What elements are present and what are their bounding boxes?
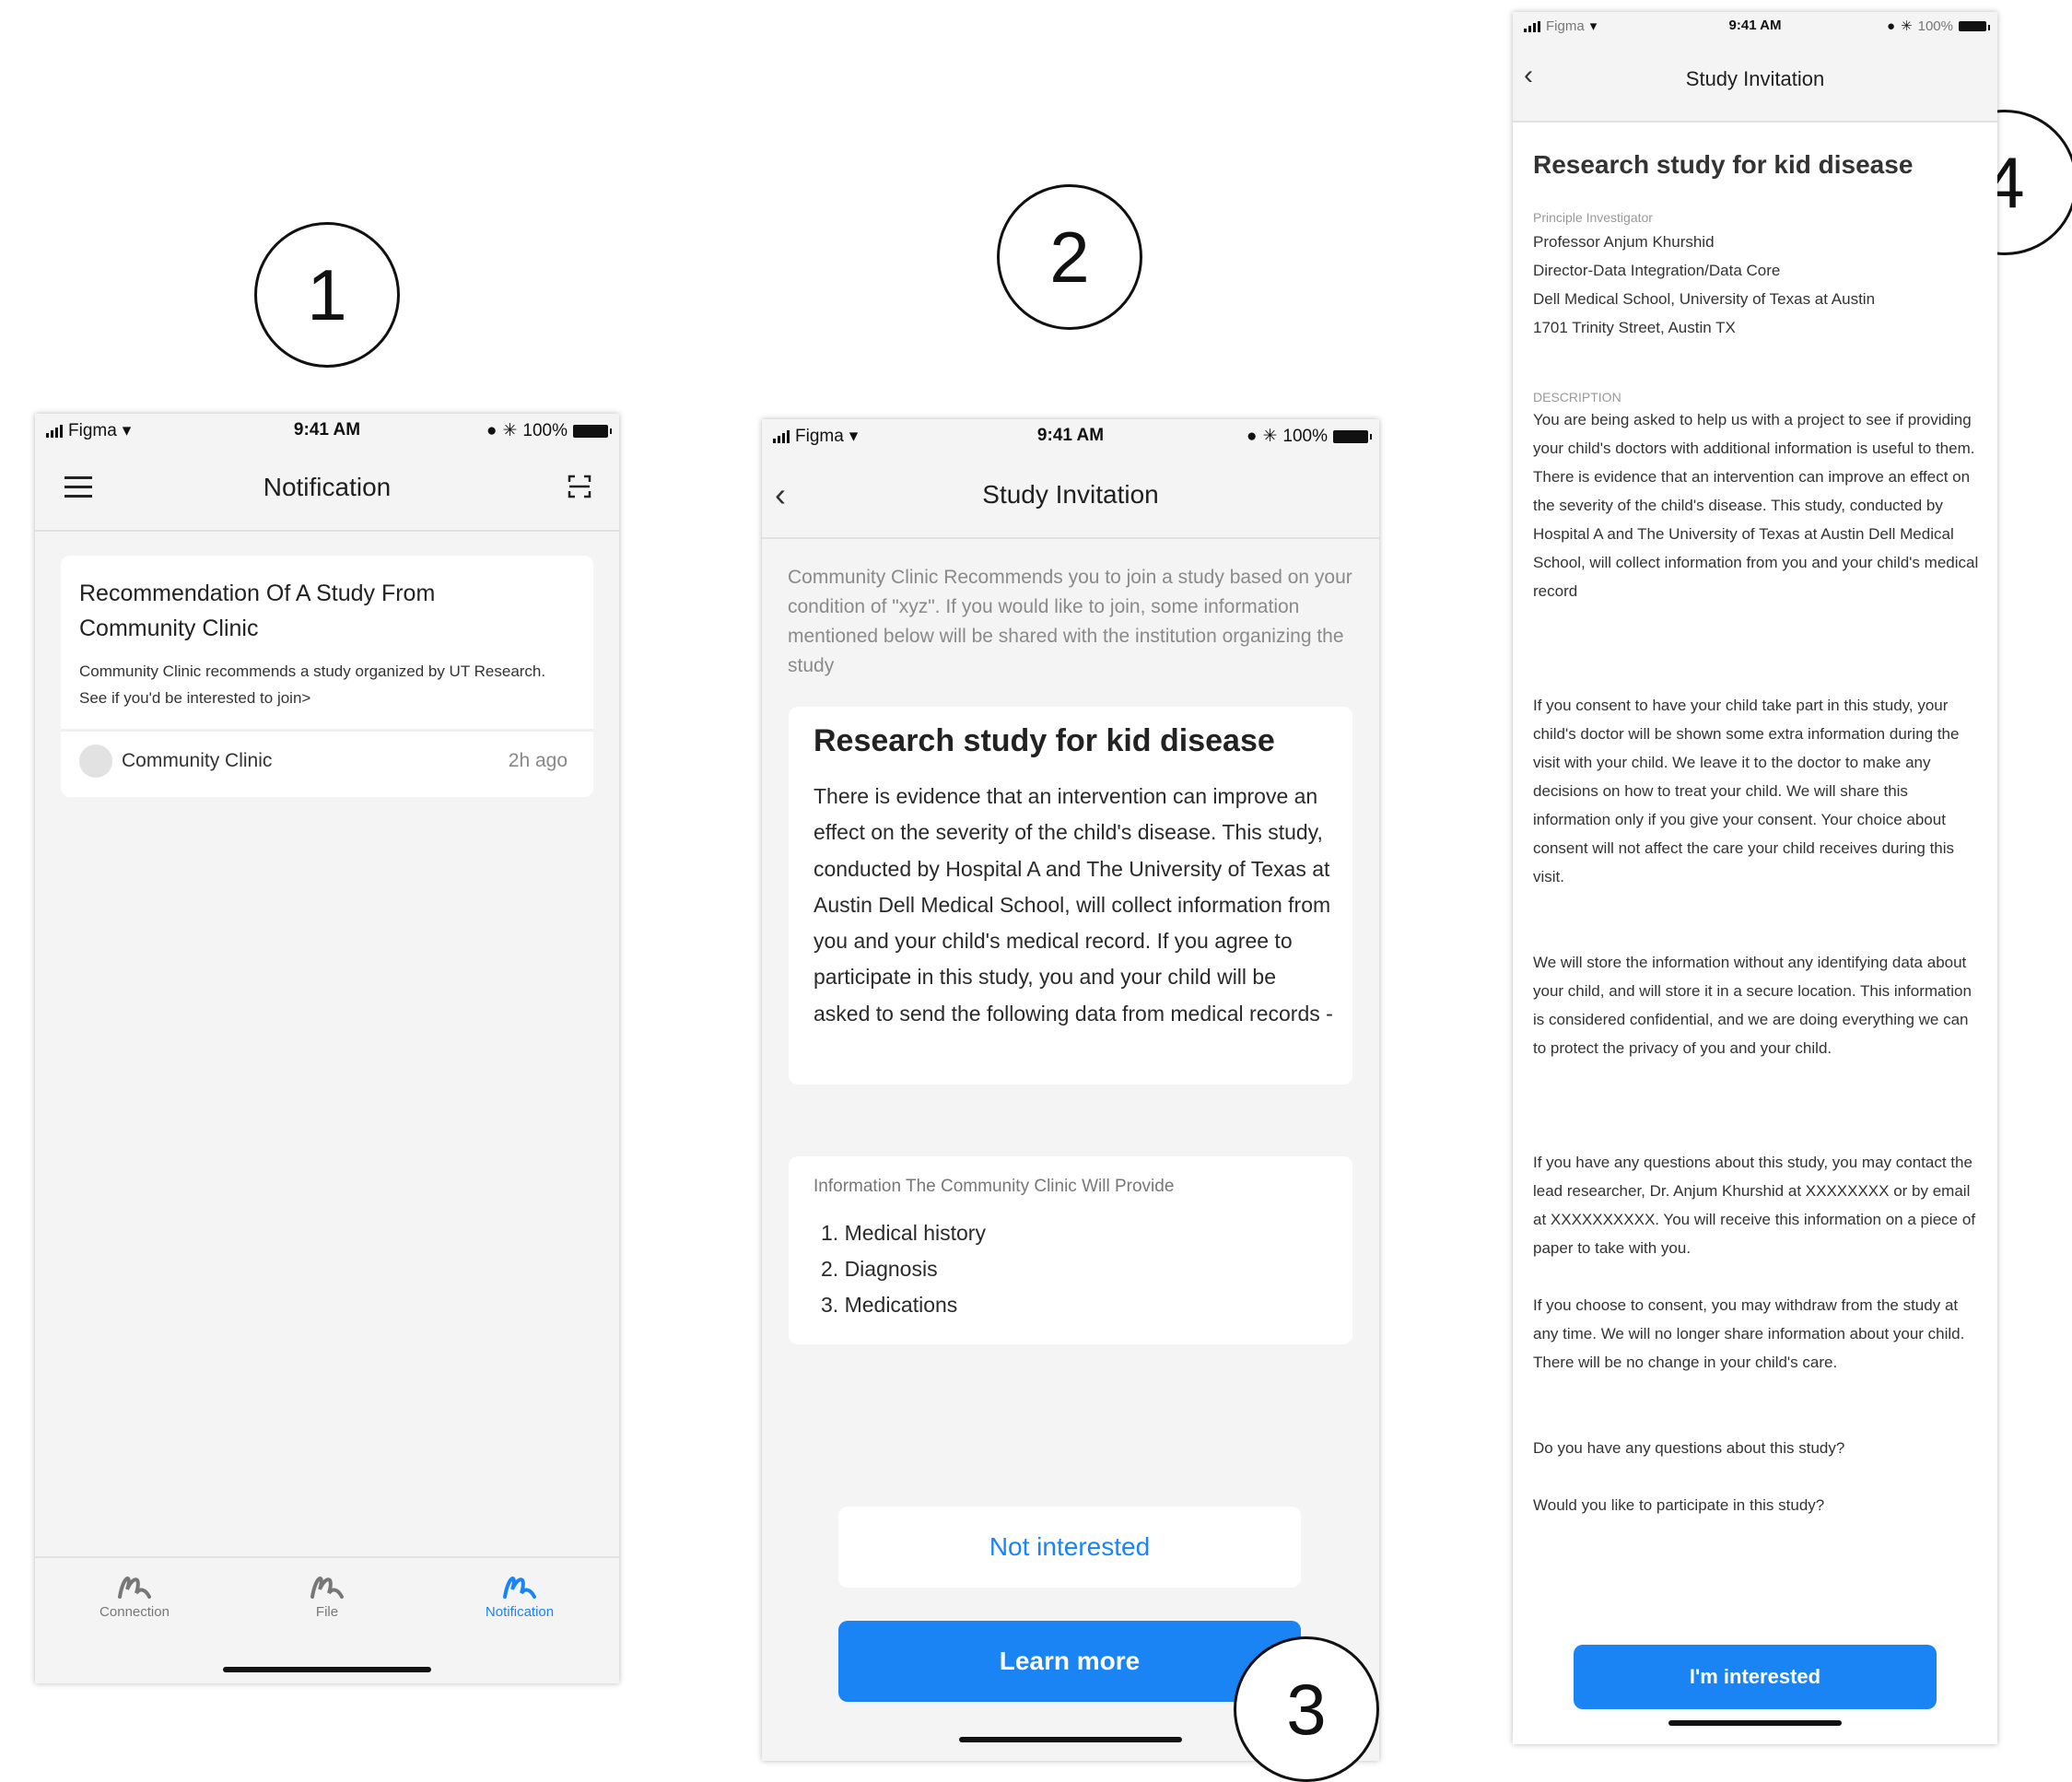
home-indicator [959, 1737, 1182, 1742]
study-body: There is evidence that an intervention c… [814, 784, 1333, 1026]
tab-bar: Connection File Notification [35, 1556, 619, 1683]
phone-notification: Figma ▾ 9:41 AM ● ✳ 100% Notification Re… [35, 414, 619, 1683]
notification-title: Recommendation Of A Study From Community… [79, 580, 436, 641]
description-paragraph: We will store the information without an… [1533, 954, 1972, 1057]
description-paragraph: If you consent to have your child take p… [1533, 697, 1960, 885]
home-indicator [1668, 1720, 1842, 1726]
learn-more-button[interactable]: Learn more [838, 1621, 1301, 1702]
description-paragraph: Do you have any questions about this stu… [1533, 1439, 1845, 1457]
intro-text: Community Clinic Recommends you to join … [788, 567, 1352, 676]
page-title: Study Invitation [982, 480, 1159, 509]
bluetooth-icon: ✳ [1901, 18, 1913, 34]
tab-connection-label: Connection [100, 1604, 170, 1620]
status-bar: Figma ▾ 9:41 AM ● ✳ 100% [1513, 12, 1997, 40]
home-indicator [223, 1667, 431, 1672]
file-icon [310, 1577, 344, 1599]
alarm-icon: ● [1246, 426, 1258, 446]
info-item: 2. Diagnosis [821, 1257, 938, 1281]
status-bar: Figma ▾ 9:41 AM ● ✳ 100% [35, 414, 619, 447]
step-badge-3: 3 [1234, 1636, 1379, 1782]
study-card: Research study for kid disease There is … [789, 707, 1352, 1084]
alarm-icon: ● [486, 420, 498, 440]
scan-icon[interactable] [568, 475, 591, 498]
pi-label: Principle Investigator [1533, 210, 1653, 225]
alarm-icon: ● [1886, 18, 1896, 34]
tab-file-label: File [315, 1604, 339, 1620]
nav-bar: ‹ Study Invitation [762, 452, 1379, 539]
description-paragraph: You are being asked to help us with a pr… [1533, 411, 1979, 600]
not-interested-button[interactable]: Not interested [838, 1506, 1301, 1588]
info-item: 3. Medications [821, 1293, 958, 1317]
battery-percent: 100% [1282, 426, 1328, 446]
bluetooth-icon: ✳ [502, 421, 518, 440]
description-label: DESCRIPTION [1533, 390, 1621, 404]
study-title: Research study for kid disease [814, 723, 1275, 758]
interested-button[interactable]: I'm interested [1574, 1645, 1937, 1709]
notification-icon [503, 1577, 536, 1599]
step-badge-1: 1 [254, 222, 400, 368]
info-heading: Information The Community Clinic Will Pr… [814, 1177, 1175, 1196]
step-badge-2: 2 [997, 184, 1142, 330]
status-bar: Figma ▾ 9:41 AM ● ✳ 100% [762, 419, 1379, 452]
tab-notification-label: Notification [485, 1604, 555, 1620]
battery-icon [1333, 429, 1372, 443]
description-paragraph: Would you like to participate in this st… [1533, 1496, 1825, 1514]
bluetooth-icon: ✳ [1262, 427, 1278, 446]
notification-body: Community Clinic recommends a study orga… [79, 662, 546, 707]
description-paragraph: If you have any questions about this stu… [1533, 1154, 1976, 1257]
page-title: Study Invitation [1685, 67, 1825, 90]
notification-card[interactable]: Recommendation Of A Study From Community… [61, 556, 593, 797]
nav-bar: ‹ Study Invitation [1513, 40, 1997, 123]
study-title: Research study for kid disease [1533, 150, 1914, 179]
phone-study-detail: Figma ▾ 9:41 AM ● ✳ 100% ‹ Study Invitat… [1513, 12, 1997, 1744]
info-card: Information The Community Clinic Will Pr… [789, 1156, 1352, 1344]
pi-line: Director-Data Integration/Data Core [1533, 262, 1781, 279]
battery-percent: 100% [522, 420, 568, 440]
sender-name: Community Clinic [122, 750, 273, 771]
pi-line: Professor Anjum Khurshid [1533, 233, 1715, 251]
notification-time: 2h ago [508, 750, 568, 771]
avatar [79, 744, 112, 778]
tab-file[interactable]: File [272, 1558, 382, 1620]
info-item: 1. Medical history [821, 1221, 986, 1245]
content-panel: Research study for kid disease Principle… [1513, 123, 1997, 1744]
phone-study-invitation: Figma ▾ 9:41 AM ● ✳ 100% ‹ Study Invitat… [762, 419, 1379, 1761]
divider [61, 729, 593, 732]
description-paragraph: If you choose to consent, you may withdr… [1533, 1296, 1965, 1371]
connection-icon [118, 1577, 151, 1599]
battery-icon [1959, 20, 1990, 31]
pi-line: Dell Medical School, University of Texas… [1533, 290, 1876, 308]
nav-bar: Notification [35, 447, 619, 532]
battery-percent: 100% [1917, 18, 1953, 34]
pi-line: 1701 Trinity Street, Austin TX [1533, 319, 1736, 336]
page-title: Notification [263, 473, 392, 501]
battery-icon [573, 424, 612, 438]
tab-notification[interactable]: Notification [464, 1558, 575, 1620]
tab-connection[interactable]: Connection [79, 1558, 190, 1620]
